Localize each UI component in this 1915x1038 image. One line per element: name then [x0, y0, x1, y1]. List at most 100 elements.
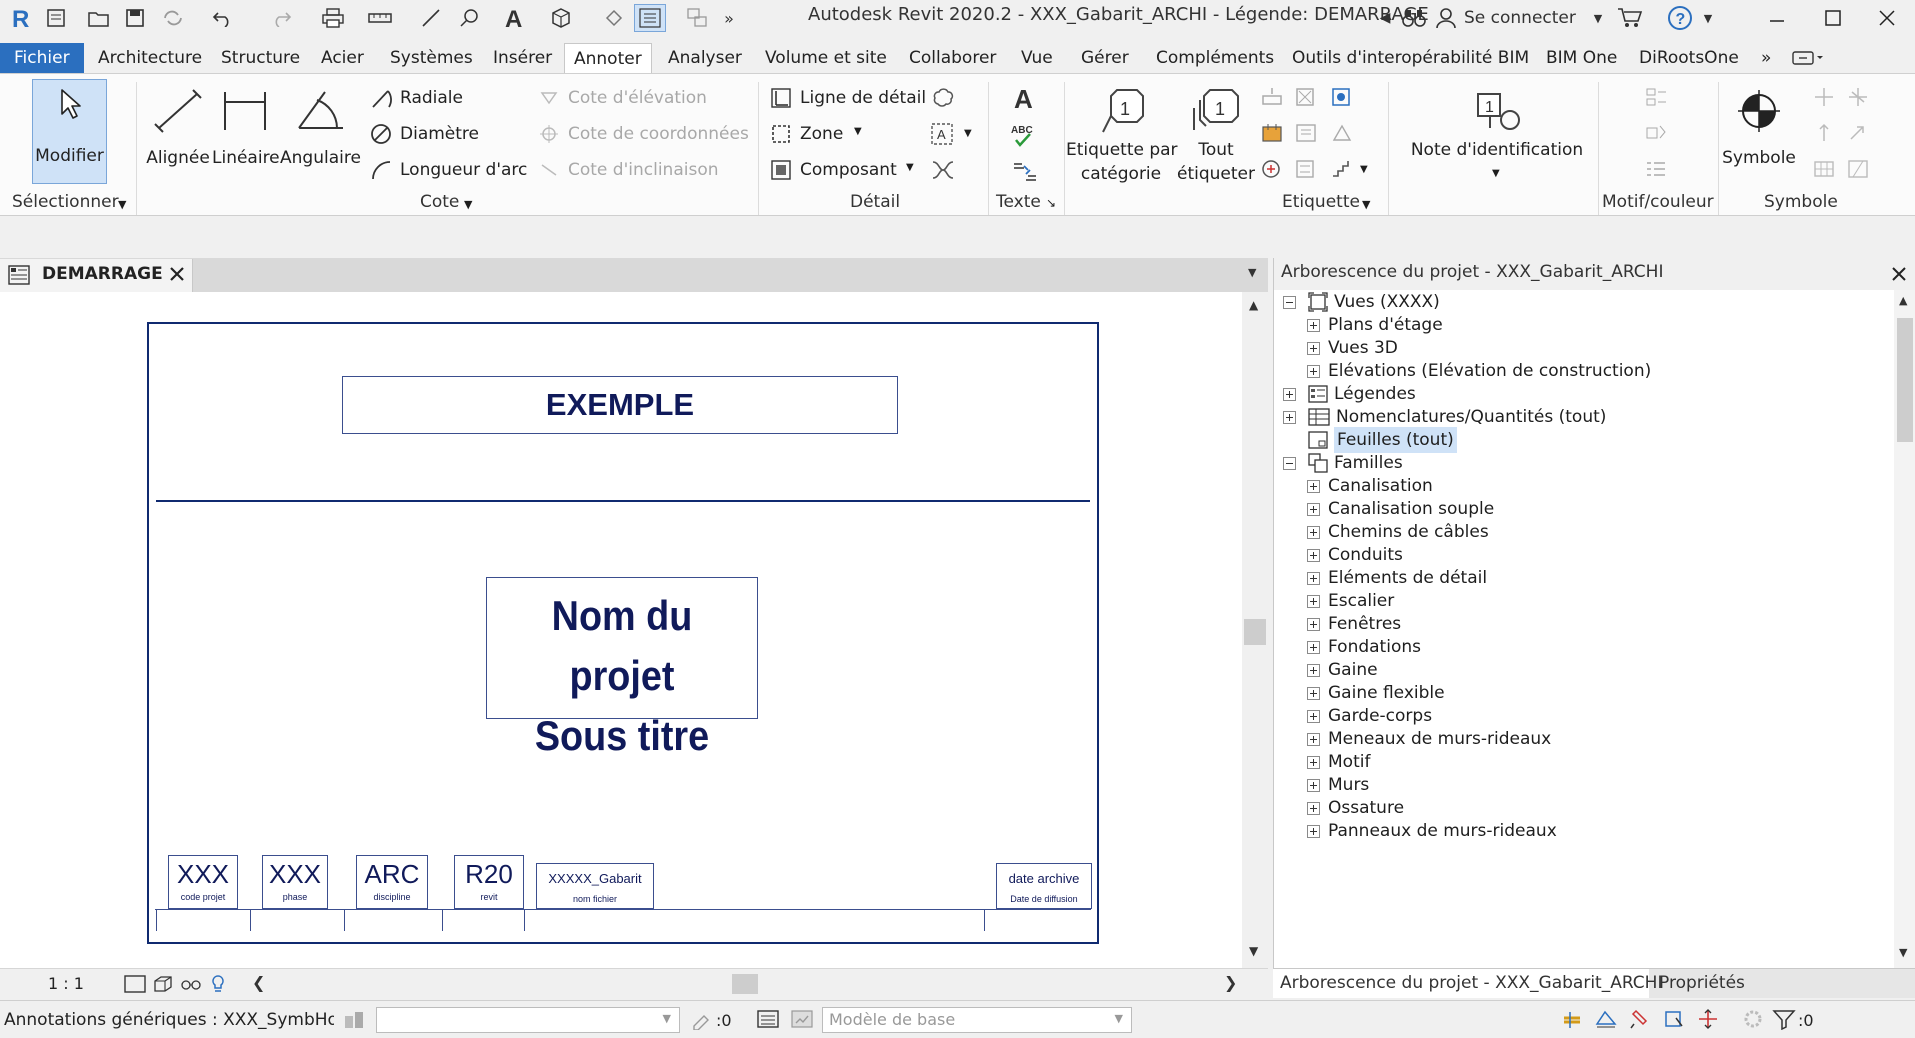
browser-scroll-thumb[interactable] [1897, 318, 1913, 442]
horizontal-scroll-thumb[interactable] [732, 974, 758, 994]
undo-icon[interactable] [210, 4, 236, 32]
tab-2[interactable]: Structure [212, 43, 309, 73]
close-browser-icon[interactable] [1890, 265, 1908, 283]
reveal-hidden-icon[interactable] [210, 974, 226, 994]
hscroll-right-icon[interactable]: ❯ [1224, 973, 1237, 992]
temporary-hide-icon[interactable] [180, 975, 204, 993]
view-tabs-dropdown-icon[interactable]: ▼ [1248, 266, 1256, 279]
sign-in-link[interactable]: Se connecter [1464, 8, 1576, 28]
tab-9[interactable]: Collaborer [900, 43, 1005, 73]
tab-14[interactable]: BIM One [1537, 43, 1626, 73]
thin-lines-icon[interactable] [634, 4, 666, 32]
modify-button[interactable]: Modifier [32, 79, 107, 184]
angular-dimension-button[interactable]: Angulaire [280, 80, 361, 184]
design-options-icon[interactable] [756, 1008, 780, 1030]
help-dropdown-icon[interactable]: ▼ [1700, 4, 1716, 32]
tag-quick-icon[interactable] [456, 4, 482, 32]
expand-icon[interactable] [1307, 594, 1320, 608]
expand-icon[interactable] [1307, 732, 1320, 746]
home-icon[interactable] [44, 4, 68, 32]
scroll-down-icon[interactable]: ▼ [1249, 944, 1258, 958]
measure-icon[interactable] [366, 4, 394, 32]
beam-annotation-icon[interactable] [1260, 86, 1284, 108]
workset-icon[interactable] [342, 1008, 366, 1030]
stair-path-icon[interactable] [1846, 122, 1870, 144]
text-quick-icon[interactable]: A [502, 4, 528, 32]
tab-4[interactable]: Systèmes [381, 43, 482, 73]
diameter-dimension-button[interactable]: Diamètre [368, 120, 518, 148]
duct-legend-icon[interactable] [1644, 122, 1668, 144]
expand-icon[interactable] [1307, 824, 1320, 838]
area-reinforcement-icon[interactable] [1846, 86, 1870, 108]
switch-windows-icon[interactable] [684, 4, 710, 32]
component-dropdown-icon[interactable]: ▼ [906, 162, 914, 173]
selection-filter-icon[interactable] [1772, 1008, 1796, 1030]
expand-icon[interactable] [1307, 525, 1320, 539]
material-tag-icon[interactable] [1330, 86, 1354, 108]
text-panel-label[interactable]: Texte [996, 192, 1041, 212]
spot-coordinate-button[interactable]: Cote de coordonnées [540, 120, 750, 148]
multi-category-tag-icon[interactable] [1294, 86, 1318, 108]
tab-5[interactable]: Insérer [484, 43, 561, 73]
minimize-icon[interactable] [1762, 4, 1792, 32]
stair-tag-icon[interactable] [1330, 158, 1354, 180]
expand-icon[interactable] [1307, 571, 1320, 585]
radial-dimension-button[interactable]: Radiale [368, 84, 518, 112]
toolbar-overflow-icon[interactable]: » [718, 4, 740, 32]
expand-icon[interactable] [1307, 318, 1320, 332]
close-window-icon[interactable] [1872, 4, 1902, 32]
expand-icon[interactable] [1307, 364, 1320, 378]
expand-icon[interactable] [1307, 778, 1320, 792]
expand-icon[interactable] [1283, 387, 1296, 401]
project-browser-tree[interactable]: Vues (XXXX) Plans d'étage Vues 3D Elévation… [1274, 290, 1890, 966]
user-icon[interactable] [1434, 4, 1458, 32]
expand-icon[interactable] [1283, 410, 1296, 424]
dimension-panel-label[interactable]: Cote [420, 192, 459, 212]
tab-10[interactable]: Vue [1012, 43, 1062, 73]
browser-scroll-down-icon[interactable]: ▼ [1899, 946, 1907, 959]
maximize-icon[interactable] [1818, 4, 1848, 32]
revit-logo-icon[interactable]: R [8, 4, 34, 32]
tag-all-button[interactable]: 1 Tout étiqueter [1176, 80, 1256, 188]
tab-6[interactable]: Annoter [564, 43, 652, 73]
browser-scroll-up-icon[interactable]: ▲ [1899, 294, 1907, 307]
expand-icon[interactable] [1307, 479, 1320, 493]
tab-0[interactable]: Fichier [0, 43, 84, 73]
tab-8[interactable]: Volume et site [756, 43, 896, 73]
close-view-tab-icon[interactable] [168, 265, 186, 283]
ribbon-display-options-icon[interactable] [1782, 43, 1834, 73]
drawing-canvas[interactable]: EXEMPLE Nom du projet Sous titre XXX code… [0, 292, 1242, 968]
text-tool-icon[interactable]: A [1012, 84, 1038, 112]
background-processes-icon[interactable] [1742, 1008, 1764, 1030]
3d-view-icon[interactable] [548, 4, 574, 32]
print-icon[interactable] [320, 4, 346, 32]
spot-slope-button[interactable]: Cote d'inclinaison [540, 156, 750, 184]
save-icon[interactable] [122, 4, 148, 32]
select-by-face-icon[interactable] [1662, 1008, 1686, 1030]
symbol-panel-label[interactable]: Symbole [1764, 192, 1838, 212]
binoculars-icon[interactable] [1400, 4, 1428, 32]
pattern-panel-label[interactable]: Motif/couleur [1602, 192, 1714, 212]
cart-icon[interactable] [1616, 4, 1644, 32]
detail-panel-label[interactable]: Détail [850, 192, 900, 212]
select-panel-dropdown-icon[interactable]: ▼ [118, 198, 126, 211]
browser-scrollbar[interactable]: ▲ ▼ [1894, 290, 1915, 968]
arc-length-dimension-button[interactable]: Longueur d'arc [368, 156, 528, 184]
region-button[interactable]: Zone ▼ [770, 120, 880, 148]
keynote-button[interactable]: 1 Note d'identification ▼ [1394, 80, 1600, 188]
region-dropdown-icon[interactable]: ▼ [854, 126, 862, 137]
design-option-select[interactable]: Modèle de base ▼ [822, 1007, 1132, 1033]
tab-15[interactable]: DiRootsOne [1630, 43, 1748, 73]
component-button[interactable]: Composant ▼ [770, 156, 920, 184]
pipe-legend-icon[interactable] [1644, 158, 1668, 180]
select-underlay-icon[interactable] [1594, 1008, 1618, 1030]
detail-group-icon[interactable]: A [930, 122, 956, 146]
tab-7[interactable]: Analyser [659, 43, 751, 73]
tag-panel-dropdown-icon[interactable]: ▼ [1362, 198, 1370, 211]
expand-icon[interactable] [1307, 755, 1320, 769]
open-icon[interactable] [86, 4, 112, 32]
expand-icon[interactable] [1307, 801, 1320, 815]
path-reinforcement-icon[interactable] [1846, 158, 1870, 180]
expand-icon[interactable] [1307, 709, 1320, 723]
beam-system-icon[interactable] [1812, 122, 1836, 144]
